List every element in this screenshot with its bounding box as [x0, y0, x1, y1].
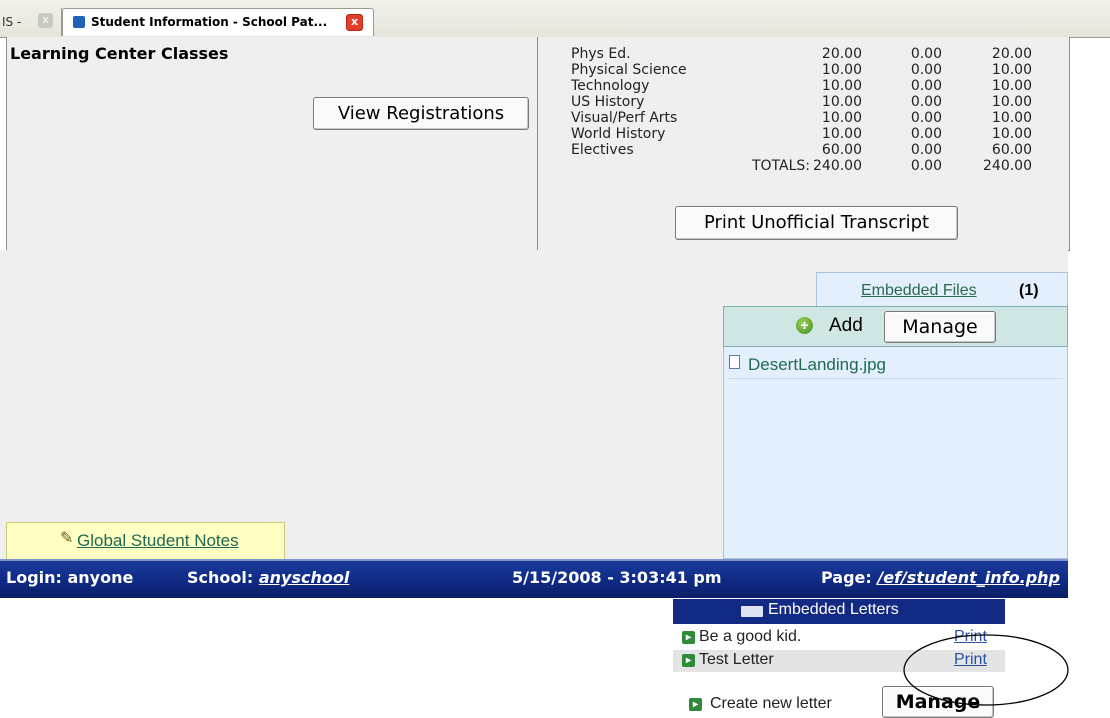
credit-earned: 0.00: [910, 62, 942, 78]
browser-tab-active[interactable]: Student Information - School Pat... x: [62, 8, 374, 36]
credit-required: 60.00: [821, 142, 862, 158]
credit-subject: Electives: [571, 142, 634, 158]
credit-row: Technology 10.00 0.00 10.00: [571, 78, 1071, 94]
credit-row: Visual/Perf Arts 10.00 0.00 10.00: [571, 110, 1071, 126]
browser-tab-previous[interactable]: IS - x: [0, 8, 62, 36]
letter-name: Test Letter: [699, 651, 774, 668]
add-file-button[interactable]: Add: [829, 315, 863, 337]
credit-subject: Visual/Perf Arts: [571, 110, 678, 126]
credit-subject: Technology: [571, 78, 650, 94]
credit-earned: 0.00: [910, 142, 942, 158]
credit-remaining: 10.00: [991, 78, 1032, 94]
login-status: Login: anyone: [6, 568, 134, 587]
credit-row: US History 10.00 0.00 10.00: [571, 94, 1071, 110]
credit-remaining: 10.00: [991, 62, 1032, 78]
datetime-status: 5/15/2008 - 3:03:41 pm: [512, 568, 722, 587]
credit-totals-row: TOTALS: 240.00 0.00 240.00: [571, 158, 1071, 174]
credit-required: 10.00: [821, 126, 862, 142]
browser-tab-previous-label: IS -: [2, 15, 22, 29]
file-icon: [729, 355, 740, 369]
credit-subject: World History: [571, 126, 666, 142]
credit-row: Phys Ed. 20.00 0.00 20.00: [571, 46, 1071, 62]
school-status: School: anyschool: [187, 568, 349, 587]
add-icon[interactable]: +: [796, 317, 813, 334]
embedded-files-count: (1): [1019, 282, 1039, 299]
arrow-right-icon: ▸: [682, 654, 695, 667]
total-earned: 0.00: [910, 158, 942, 174]
global-student-notes-link[interactable]: Global Student Notes: [77, 531, 239, 551]
page-status: Page: /ef/student_info.php: [821, 568, 1060, 587]
credit-earned: 0.00: [910, 110, 942, 126]
view-registrations-button[interactable]: View Registrations: [313, 97, 529, 130]
total-required: 240.00: [813, 158, 862, 174]
create-new-letter-link[interactable]: Create new letter: [710, 695, 832, 713]
credit-remaining: 60.00: [991, 142, 1032, 158]
tab-favicon-icon: [73, 16, 85, 28]
letter-name: Be a good kid.: [699, 628, 802, 645]
letter-icon: [741, 606, 763, 617]
credit-earned: 0.00: [910, 126, 942, 142]
file-link[interactable]: DesertLanding.jpg: [748, 355, 886, 375]
school-label: School:: [187, 568, 254, 587]
credit-earned: 0.00: [910, 46, 942, 62]
page-link[interactable]: /ef/student_info.php: [877, 568, 1060, 587]
totals-label: TOTALS:: [751, 158, 810, 174]
file-divider: [728, 378, 1063, 379]
credit-earned: 0.00: [910, 78, 942, 94]
credit-subject: US History: [571, 94, 645, 110]
credit-required: 10.00: [821, 62, 862, 78]
panel-divider: [537, 37, 538, 250]
print-unofficial-transcript-button[interactable]: Print Unofficial Transcript: [675, 206, 958, 240]
page-label: Page:: [821, 568, 872, 587]
annotation-oval: [903, 634, 1069, 706]
credit-required: 10.00: [821, 110, 862, 126]
credit-remaining: 10.00: [991, 110, 1032, 126]
credit-remaining: 10.00: [991, 126, 1032, 142]
credit-required: 10.00: [821, 78, 862, 94]
credit-earned: 0.00: [910, 94, 942, 110]
browser-tab-active-label: Student Information - School Pat...: [91, 15, 328, 29]
school-link[interactable]: anyschool: [259, 568, 349, 587]
learning-center-title: Learning Center Classes: [10, 44, 229, 63]
credit-remaining: 10.00: [991, 94, 1032, 110]
manage-files-button[interactable]: Manage: [884, 311, 996, 343]
credit-row: Physical Science 10.00 0.00 10.00: [571, 62, 1071, 78]
credit-row: Electives 60.00 0.00 60.00: [571, 142, 1071, 158]
arrow-right-icon: ▸: [689, 698, 702, 711]
tab-close-icon[interactable]: x: [38, 13, 53, 28]
total-remaining: 240.00: [983, 158, 1032, 174]
credit-required: 20.00: [821, 46, 862, 62]
credit-subject: Phys Ed.: [571, 46, 631, 62]
pencil-icon: ✎: [60, 530, 74, 547]
arrow-right-icon: ▸: [682, 631, 695, 644]
credit-subject: Physical Science: [571, 62, 687, 78]
embedded-files-link[interactable]: Embedded Files: [861, 282, 977, 300]
credit-row: World History 10.00 0.00 10.00: [571, 126, 1071, 142]
credit-required: 10.00: [821, 94, 862, 110]
embedded-letters-title: Embedded Letters: [768, 601, 899, 618]
tab-close-icon[interactable]: x: [346, 14, 363, 31]
credit-remaining: 20.00: [991, 46, 1032, 62]
